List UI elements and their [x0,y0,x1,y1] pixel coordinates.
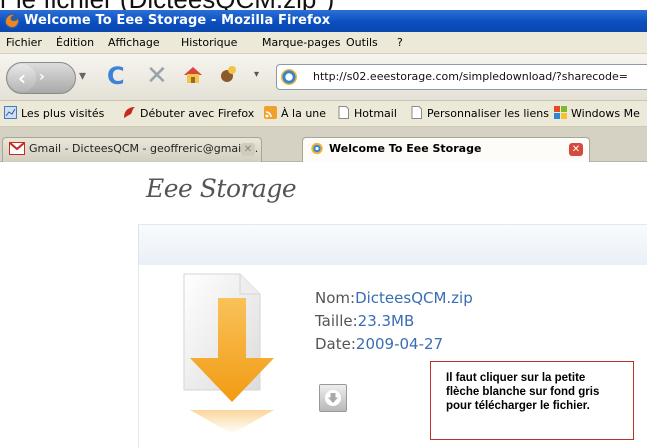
bookmark-label: Windows Me [571,107,640,120]
tab-bar: Gmail - DicteesQCM - geoffreric@gmail...… [0,127,647,163]
file-date-row: Date:2009-04-27 [315,334,443,354]
bookmarks-toolbar: Les plus visités Débuter avec Firefox À … [0,101,647,127]
file-size-value: 23.3MB [357,312,415,330]
site-icon [281,69,297,85]
home-icon[interactable] [182,64,204,86]
menu-bar: Fichier Édition Affichage Historique Mar… [0,32,647,54]
download-button[interactable] [319,384,347,412]
bookmark-windows-media[interactable]: Windows Me [554,101,640,126]
bookmark-label: Hotmail [354,107,397,120]
menu-marque-pages[interactable]: Marque-pages [262,32,340,53]
most-visited-icon [4,106,17,119]
page-icon [338,106,349,119]
bookmark-label: À la une [281,107,327,120]
file-download-icon [183,273,274,434]
back-forward-group: ‹ › [6,62,76,94]
menu-historique[interactable]: Historique [181,32,237,53]
bookmark-customize-links[interactable]: Personnaliser les liens [410,101,549,126]
file-size-label: Taille: [315,312,358,330]
forward-button[interactable]: › [39,69,45,85]
stop-icon[interactable]: ✕ [146,61,168,91]
menu-edition[interactable]: Édition [56,32,94,53]
gmail-icon [9,142,25,155]
greasemonkey-icon[interactable] [219,64,239,84]
tab-label: Gmail - DicteesQCM - geoffreric@gmail...… [29,142,259,155]
history-dropdown-icon[interactable]: ▾ [79,68,86,84]
file-date-value: 2009-04-27 [355,335,444,353]
tab-eee-storage[interactable]: Welcome To Eee Storage ✕ [302,137,590,163]
menu-affichage[interactable]: Affichage [108,32,160,53]
url-text: http://s02.eeestorage.com/simpledownload… [313,70,628,83]
panel-header [138,224,647,265]
bookmark-label: Personnaliser les liens [427,107,549,120]
file-name-label: Nom: [315,289,356,307]
download-arrow-icon [325,390,341,406]
firefox-bookmark-icon [124,107,135,118]
file-name-row: Nom:DicteesQCM.zip [315,288,473,308]
firefox-icon [4,13,20,29]
bookmark-most-visited[interactable]: Les plus visités [4,101,104,126]
menu-help[interactable]: ? [397,32,403,53]
bookmark-hotmail[interactable]: Hotmail [337,101,397,126]
rss-icon [264,106,277,119]
windows-icon [554,106,567,119]
file-date-label: Date: [315,335,356,353]
menu-outils[interactable]: Outils [346,32,378,53]
site-tab-icon [311,142,323,155]
page-icon [411,106,422,119]
tab-gmail[interactable]: Gmail - DicteesQCM - geoffreric@gmail...… [2,137,262,162]
file-size-row: Taille:23.3MB [315,311,414,331]
back-button[interactable]: ‹ [8,64,36,92]
dropdown-small-icon[interactable]: ▾ [254,69,259,80]
bookmark-label: Débuter avec Firefox [140,107,255,120]
window-title: Welcome To Eee Storage - Mozilla Firefox [24,13,331,28]
instruction-note: Il faut cliquer sur la petite flèche bla… [430,361,634,440]
site-logo: Eee Storage [146,174,297,203]
close-tab-icon[interactable]: ✕ [241,143,255,156]
menu-fichier[interactable]: Fichier [6,32,42,53]
navigation-toolbar: ‹ › ▾ C ✕ ▾ http://s02.eeestorage.com/si… [0,54,647,101]
tab-label: Welcome To Eee Storage [329,142,482,155]
window-titlebar: Welcome To Eee Storage - Mozilla Firefox [0,10,647,32]
bookmark-label: Les plus visités [21,107,105,120]
url-bar[interactable]: http://s02.eeestorage.com/simpledownload… [276,64,647,90]
close-tab-icon[interactable]: ✕ [569,143,583,156]
file-name-value: DicteesQCM.zip [355,289,473,307]
reload-icon[interactable]: C [107,62,125,90]
bookmark-headlines[interactable]: À la une [264,101,326,126]
bookmark-getting-started[interactable]: Débuter avec Firefox [123,101,254,126]
